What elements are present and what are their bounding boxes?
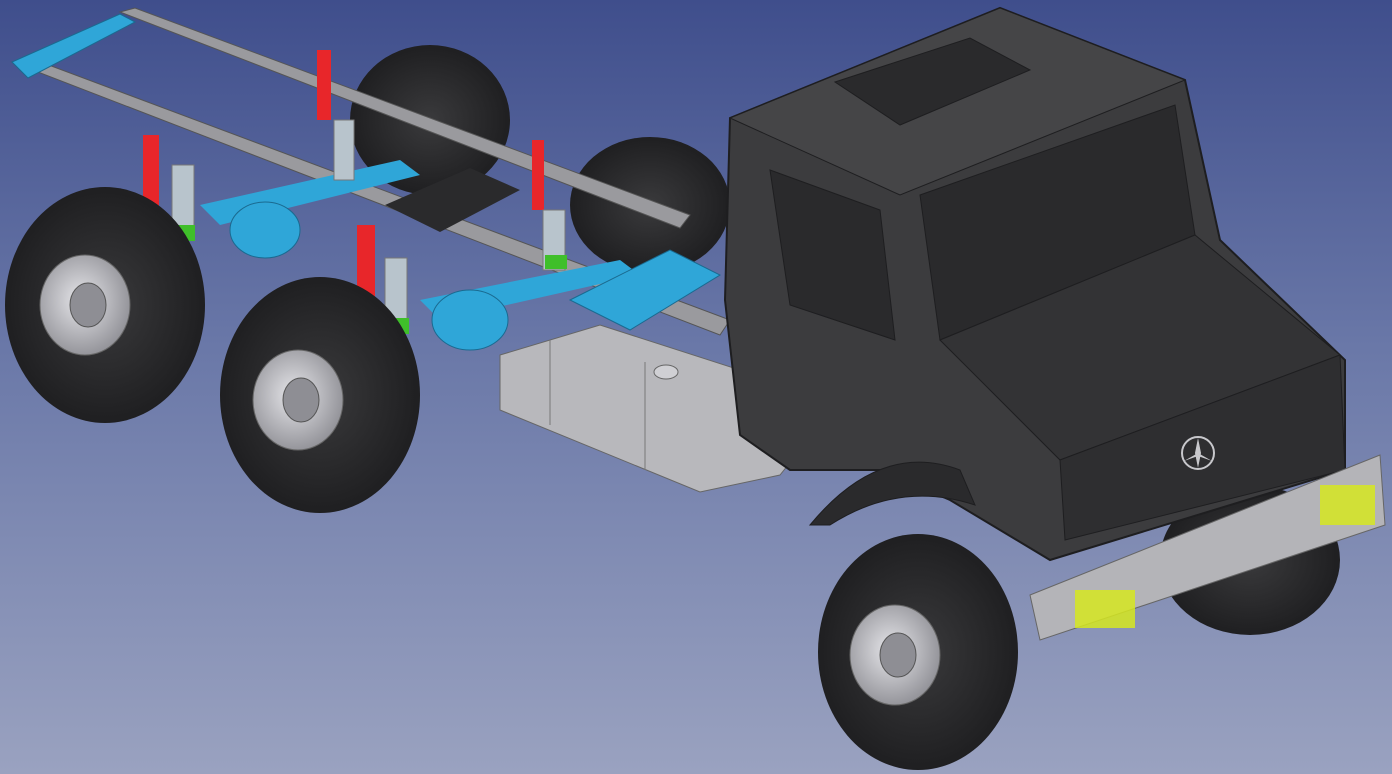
front-fender — [808, 461, 976, 526]
front-wheel-near — [818, 534, 1018, 770]
frame-rail-top — [118, 7, 691, 229]
shock-absorber-3 — [317, 50, 355, 181]
truck-model[interactable] — [0, 0, 1392, 774]
frame-rail-cross — [11, 13, 137, 79]
rear-wheel-near-1 — [5, 187, 205, 423]
rear-wheel-near-2 — [220, 277, 420, 513]
truck-cab[interactable] — [723, 6, 1346, 562]
3d-viewport[interactable] — [0, 0, 1392, 774]
